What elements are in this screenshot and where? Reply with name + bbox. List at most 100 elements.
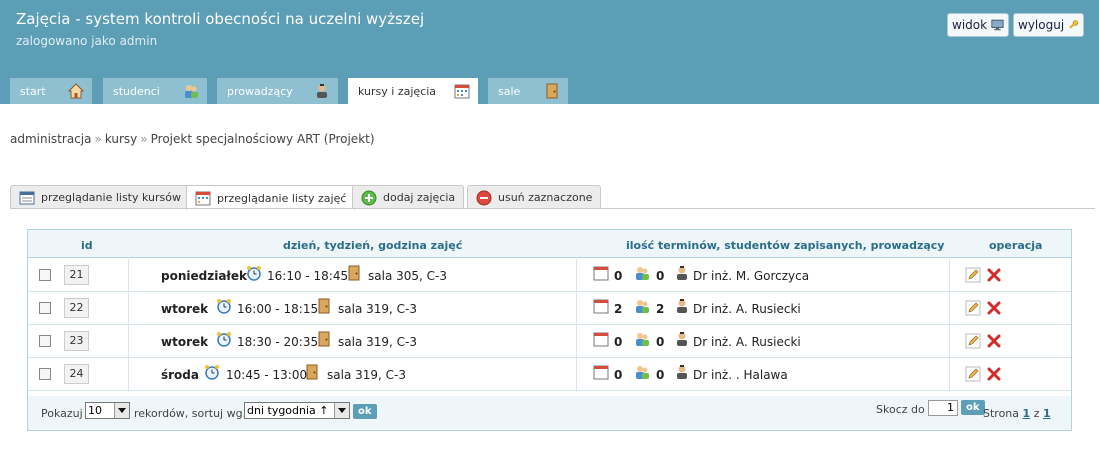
teacher-icon — [677, 332, 687, 346]
row-teacher[interactable]: Dr inż. . Halawa — [693, 368, 788, 382]
chevron-down-icon — [114, 403, 129, 418]
plus-icon — [361, 190, 377, 205]
delete-x-icon[interactable] — [986, 267, 1002, 283]
row-terms-count: 0 — [614, 335, 623, 349]
breadcrumb-courses[interactable]: kursy — [105, 132, 137, 146]
col-ops: operacja — [989, 239, 1043, 252]
pagination: Strona 1 z 1 — [983, 407, 1051, 420]
delete-selected-button[interactable]: usuń zaznaczone — [467, 185, 602, 209]
delete-x-icon[interactable] — [986, 333, 1002, 349]
breadcrumb-admin[interactable]: administracja — [10, 132, 91, 146]
tab-rooms[interactable]: sale — [488, 78, 568, 104]
tab-label: przeglądanie listy zajęć — [217, 191, 347, 205]
apply-sort-button[interactable]: ok — [353, 404, 377, 419]
tab-label: usuń zaznaczone — [498, 191, 593, 204]
house-icon — [68, 83, 84, 99]
list-icon — [19, 191, 35, 204]
alarm-clock-icon — [217, 332, 231, 347]
tab-course-list[interactable]: przeglądanie listy kursów — [10, 185, 190, 209]
add-class-button[interactable]: dodaj zajęcia — [352, 185, 465, 209]
page-size-value: 10 — [88, 404, 102, 417]
row-time: 10:45 - 13:00 — [226, 368, 308, 382]
page-link-current[interactable]: 1 — [1023, 407, 1031, 420]
door-icon — [546, 83, 558, 99]
page-link-total[interactable]: 1 — [1043, 407, 1051, 420]
minus-icon — [476, 190, 492, 205]
edit-pencil-icon[interactable] — [965, 366, 981, 382]
tab-label: start — [20, 84, 46, 98]
view-button[interactable]: widok — [947, 13, 1009, 37]
tab-class-list[interactable]: przeglądanie listy zajęć — [186, 185, 356, 210]
row-id[interactable]: 23 — [64, 331, 89, 351]
row-day: wtorek — [161, 335, 209, 349]
row-teacher[interactable]: Dr inż. A. Rusiecki — [693, 302, 801, 316]
row-checkbox[interactable] — [39, 269, 51, 281]
view-label: widok — [952, 18, 988, 32]
users-icon — [636, 333, 649, 346]
col-stats: ilość terminów, studentów zapisanych, pr… — [626, 239, 945, 252]
sort-value: dni tygodnia ↑ — [247, 404, 329, 417]
tab-label: kursy i zajęcia — [358, 85, 436, 98]
column-divider — [128, 292, 129, 325]
page-size-select[interactable]: 10 — [85, 402, 130, 419]
edit-pencil-icon[interactable] — [965, 267, 981, 283]
column-divider — [128, 259, 129, 292]
column-divider — [576, 259, 577, 292]
row-room: sala 319, C-3 — [338, 302, 417, 316]
alarm-clock-icon — [247, 266, 261, 281]
column-divider — [576, 358, 577, 391]
teacher-icon — [317, 84, 327, 98]
tab-courses[interactable]: kursy i zajęcia — [348, 78, 478, 105]
row-checkbox[interactable] — [39, 368, 51, 380]
calendar-icon — [593, 332, 609, 347]
calendar-icon — [195, 191, 211, 206]
row-time: 18:30 - 20:35 — [237, 335, 319, 349]
table-footer: Pokazuj 10 rekordów, sortuj wg. dni tygo… — [28, 396, 1071, 430]
tab-label: dodaj zajęcia — [383, 191, 456, 204]
edit-pencil-icon[interactable] — [965, 333, 981, 349]
tab-students[interactable]: studenci — [103, 78, 207, 104]
edit-pencil-icon[interactable] — [965, 300, 981, 316]
records-sort-label: rekordów, sortuj wg. — [134, 407, 247, 420]
row-terms-count: 2 — [614, 302, 623, 316]
col-id[interactable]: id — [81, 239, 93, 252]
chevron-down-icon — [334, 403, 349, 418]
teacher-icon — [677, 266, 687, 280]
teacher-icon — [677, 299, 687, 313]
door-icon — [318, 331, 330, 347]
logout-button[interactable]: wyloguj — [1013, 13, 1084, 37]
row-students-count: 0 — [656, 269, 665, 283]
row-id[interactable]: 22 — [64, 298, 89, 318]
row-checkbox[interactable] — [39, 302, 51, 314]
delete-x-icon[interactable] — [986, 300, 1002, 316]
table-row: 21 poniedziałek 16:10 - 18:45 sala 305, … — [28, 259, 1071, 292]
users-icon — [636, 300, 649, 313]
page-prefix: Strona — [983, 407, 1020, 420]
breadcrumb: administracja» kursy» Projekt specjalności… — [10, 132, 375, 146]
row-id[interactable]: 21 — [64, 265, 89, 285]
jump-page-button[interactable]: ok — [961, 400, 985, 415]
table-row: 23 wtorek 18:30 - 20:35 sala 319, C-3 0 … — [28, 325, 1071, 358]
sort-select[interactable]: dni tygodnia ↑ — [244, 402, 350, 419]
jump-page-input[interactable]: 1 — [928, 400, 958, 416]
row-day: poniedziałek — [161, 269, 247, 283]
row-room: sala 319, C-3 — [327, 368, 406, 382]
calendar-icon — [454, 84, 470, 99]
row-terms-count: 0 — [614, 368, 623, 382]
door-icon — [318, 298, 330, 314]
delete-x-icon[interactable] — [986, 366, 1002, 382]
table-header: id dzień, tydzień, godzina zajęć ilość t… — [28, 230, 1071, 258]
row-teacher[interactable]: Dr inż. A. Rusiecki — [693, 335, 801, 349]
monitor-icon — [991, 19, 1004, 31]
row-time: 16:00 - 18:15 — [237, 302, 319, 316]
tab-teachers[interactable]: prowadzący — [217, 78, 338, 104]
row-id[interactable]: 24 — [64, 364, 89, 384]
tab-start[interactable]: start — [10, 78, 92, 104]
row-teacher[interactable]: Dr inż. M. Gorczyca — [693, 269, 809, 283]
column-divider — [949, 292, 950, 325]
tab-label: studenci — [113, 84, 160, 98]
calendar-icon — [593, 266, 609, 281]
col-schedule[interactable]: dzień, tydzień, godzina zajęć — [283, 239, 462, 252]
row-checkbox[interactable] — [39, 335, 51, 347]
app-header: Zajęcia - system kontroli obecności na u… — [0, 0, 1099, 105]
